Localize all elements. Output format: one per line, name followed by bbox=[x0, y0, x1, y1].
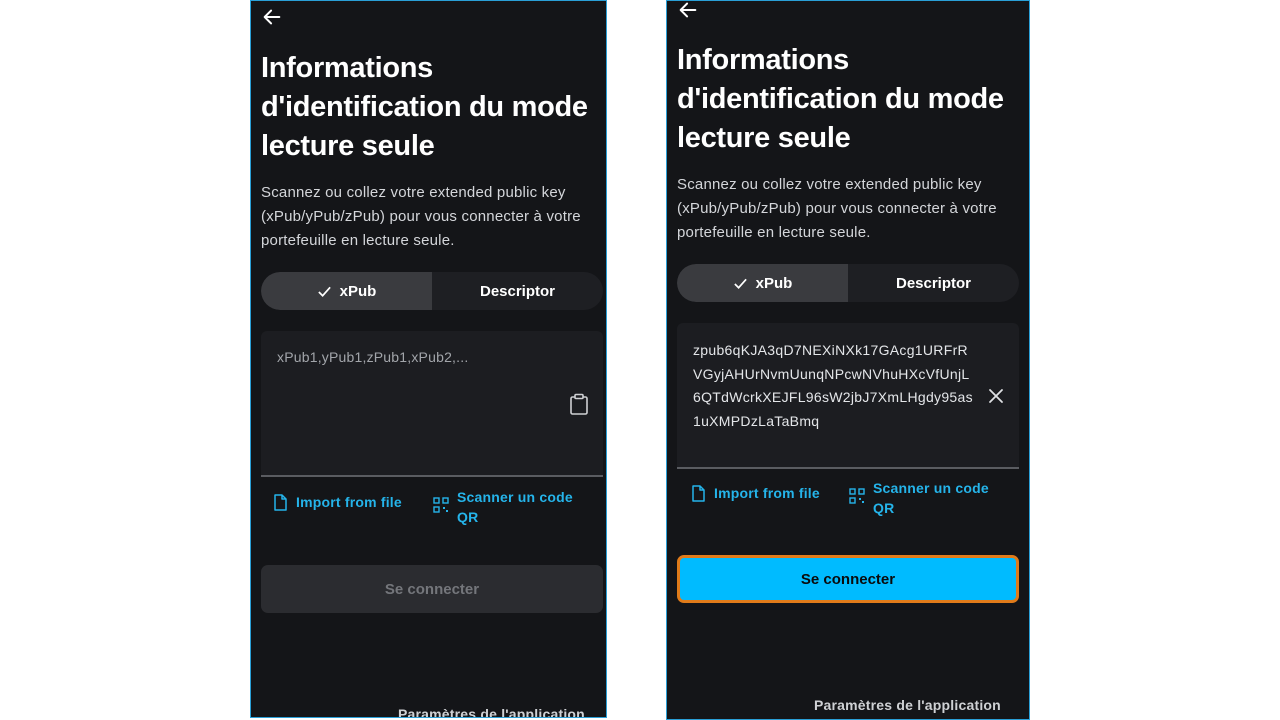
xpub-input[interactable]: zpub6qKJA3qD7NEXiNXk17GAcg1URFrRVGyjAHUr… bbox=[677, 323, 1019, 469]
key-type-toggle: xPub Descriptor bbox=[677, 264, 1019, 302]
import-file-label: Import from file bbox=[296, 494, 402, 510]
clear-close-icon[interactable] bbox=[987, 387, 1005, 405]
tab-xpub-label: xPub bbox=[339, 282, 377, 300]
tab-descriptor-label: Descriptor bbox=[479, 282, 556, 300]
page-title: Informations d'identification du mode le… bbox=[261, 52, 588, 162]
check-icon bbox=[733, 278, 747, 289]
phone-screen-empty: Informations d'identification du mode le… bbox=[250, 0, 607, 718]
qr-code-icon bbox=[433, 497, 449, 513]
connect-button[interactable]: Se connecter bbox=[261, 565, 603, 613]
app-settings-link[interactable]: Paramètres de l'application bbox=[398, 706, 585, 717]
phone-screen-filled: Informations d'identification du mode le… bbox=[666, 0, 1030, 720]
file-icon bbox=[692, 485, 705, 502]
file-icon bbox=[274, 494, 287, 511]
xpub-input-value: zpub6qKJA3qD7NEXiNXk17GAcg1URFrRVGyjAHUr… bbox=[693, 342, 973, 429]
back-arrow-icon[interactable] bbox=[677, 0, 699, 21]
page-title: Informations d'identification du mode le… bbox=[677, 44, 1004, 154]
connect-button[interactable]: Se connecter bbox=[677, 555, 1019, 603]
page-description: Scannez ou collez votre extended public … bbox=[677, 176, 997, 241]
import-file-label: Import from file bbox=[714, 485, 820, 501]
tab-xpub[interactable]: xPub bbox=[677, 264, 848, 302]
scan-qr-link[interactable]: Scanner un code QR bbox=[849, 478, 999, 518]
scan-qr-label: Scanner un code QR bbox=[457, 489, 573, 525]
app-settings-link[interactable]: Paramètres de l'application bbox=[814, 697, 1001, 713]
xpub-input[interactable]: xPub1,yPub1,zPub1,xPub2,... bbox=[261, 331, 603, 477]
key-type-toggle: xPub Descriptor bbox=[261, 272, 603, 310]
import-file-link[interactable]: Import from file bbox=[691, 483, 820, 503]
back-arrow-icon[interactable] bbox=[261, 6, 283, 28]
xpub-input-placeholder: xPub1,yPub1,zPub1,xPub2,... bbox=[277, 349, 469, 365]
check-icon bbox=[317, 286, 331, 297]
scan-qr-label: Scanner un code QR bbox=[873, 480, 989, 516]
tab-xpub-label: xPub bbox=[755, 274, 793, 292]
paste-clipboard-icon[interactable] bbox=[569, 393, 589, 415]
tab-descriptor[interactable]: Descriptor bbox=[848, 264, 1019, 302]
tab-descriptor[interactable]: Descriptor bbox=[432, 272, 603, 310]
import-file-link[interactable]: Import from file bbox=[273, 492, 402, 512]
page-description: Scannez ou collez votre extended public … bbox=[261, 184, 581, 249]
qr-code-icon bbox=[849, 488, 865, 504]
tab-xpub[interactable]: xPub bbox=[261, 272, 432, 310]
tab-descriptor-label: Descriptor bbox=[895, 274, 972, 292]
scan-qr-link[interactable]: Scanner un code QR bbox=[433, 487, 583, 527]
